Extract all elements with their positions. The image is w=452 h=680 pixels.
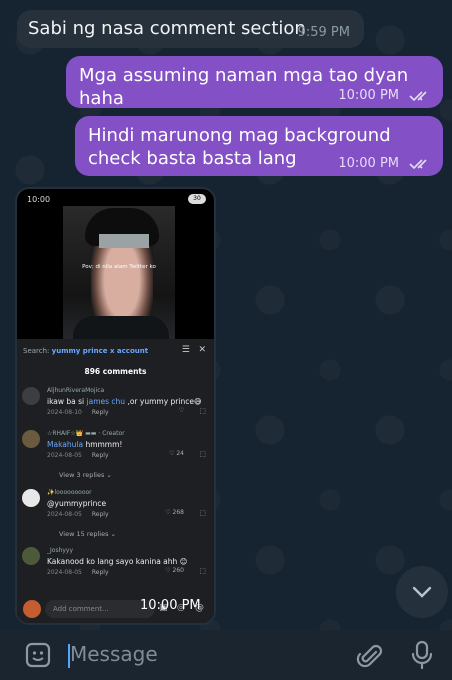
outgoing-message[interactable]: Mga assuming naman mga tao dyan haha 10:… — [66, 56, 443, 109]
comment-user: _Joshyyy — [47, 547, 74, 554]
comment-date: 2024-08-05 — [47, 452, 82, 459]
search-label: Search: — [23, 347, 50, 355]
avatar — [22, 430, 40, 448]
comment: AljhunRiveraMojica ikaw ba si james chu … — [22, 387, 212, 431]
video-frame: Pov; di nila alam Twitter ko — [63, 206, 175, 356]
comment-text: Kakanood ko lang sayo kanina ahh 😊 — [47, 557, 188, 566]
avatar — [22, 547, 40, 565]
comment-search: Search: yummy prince x account — [23, 347, 148, 355]
dislike-icon: ⬚ — [199, 509, 206, 517]
comment: ✨looooooooor @yummyprince 2024-08-05 Repl… — [22, 489, 212, 533]
like-count: 260 — [172, 567, 184, 574]
comment-pre: ikaw ba si — [47, 397, 87, 406]
comment-meta: 2024-08-05 Reply — [47, 569, 109, 576]
video-caption: Pov; di nila alam Twitter ko — [82, 264, 156, 270]
double-check-icon — [409, 91, 427, 102]
comment-post: ,or yummy prince😅 — [125, 397, 202, 406]
double-check-icon — [409, 159, 427, 170]
search-query: yummy prince x account — [51, 347, 149, 355]
heart-icon: ♡ 268 — [165, 509, 184, 516]
comment-date: 2024-08-05 — [47, 511, 82, 518]
comment-user: ✨looooooooor — [47, 489, 92, 496]
chevron-down-icon — [412, 586, 432, 598]
reply-link: Reply — [91, 569, 109, 576]
like-count: 268 — [172, 509, 184, 516]
heart-icon: ♡ 260 — [165, 567, 184, 574]
screenshot-image[interactable]: 10:00 30 Pov; di nila alam Twitter ko Se… — [15, 187, 216, 625]
comment-user: ☆RHAIF☆👑 ▬▬ · Creator — [47, 430, 125, 437]
like-count: 24 — [176, 450, 184, 457]
comment-text: Makahula hmmmm! — [47, 440, 122, 449]
scroll-down-button[interactable] — [396, 566, 448, 618]
reply-link: Reply — [91, 452, 109, 459]
message-time: 10:00 PM — [338, 88, 399, 103]
battery-icon: 30 — [188, 194, 206, 204]
avatar — [23, 600, 41, 618]
comment-mention: james chu — [86, 397, 126, 406]
comment-date: 2024-08-10 — [47, 409, 82, 416]
comment-text: ikaw ba si james chu ,or yummy prince😅 — [47, 397, 202, 406]
message-input[interactable]: Message — [70, 642, 158, 666]
comments-sheet: Search: yummy prince x account ☰ ✕ 896 c… — [17, 339, 214, 623]
comment-text: @yummyprince — [47, 499, 107, 508]
comment-date: 2024-08-05 — [47, 569, 82, 576]
view-replies: View 3 replies ⌄ — [59, 471, 112, 479]
message-time: 10:00 PM — [338, 156, 399, 171]
dislike-icon: ⬚ — [199, 567, 206, 575]
comment-count: 896 comments — [84, 367, 147, 376]
incoming-message[interactable]: Sabi ng nasa comment section 9:59 PM — [17, 10, 364, 48]
message-text: Sabi ng nasa comment section — [28, 18, 306, 39]
outgoing-message[interactable]: Hindi marunong mag background check bast… — [75, 116, 443, 176]
reply-link: Reply — [91, 409, 109, 416]
media-timestamp: 10:00 PM — [140, 598, 201, 613]
message-text: Mga assuming naman mga tao dyan haha — [79, 65, 409, 109]
heart-icon: ♡ — [178, 407, 184, 414]
comment-mention: Makahula — [47, 440, 84, 449]
paperclip-icon[interactable] — [356, 642, 384, 670]
heart-icon: ♡ 24 — [169, 450, 184, 457]
censor-bar — [99, 234, 149, 248]
comment: ☆RHAIF☆👑 ▬▬ · Creator Makahula hmmmm! 20… — [22, 430, 212, 474]
sheet-icons: ☰ ✕ — [181, 345, 206, 355]
message-input-bar: Message — [0, 630, 452, 680]
dislike-icon: ⬚ — [199, 407, 206, 415]
comment-meta: 2024-08-05 Reply — [47, 452, 109, 459]
comment: _Joshyyy Kakanood ko lang sayo kanina ah… — [22, 547, 212, 591]
comment-meta: 2024-08-05 Reply — [47, 511, 109, 518]
dislike-icon: ⬚ — [199, 450, 206, 458]
reply-link: Reply — [91, 511, 109, 518]
message-time: 9:59 PM — [297, 25, 350, 40]
view-replies: View 15 replies ⌄ — [59, 530, 116, 538]
avatar — [22, 387, 40, 405]
status-time: 10:00 — [27, 195, 51, 204]
avatar — [22, 489, 40, 507]
chat-area: Sabi ng nasa comment section 9:59 PM Mga… — [0, 0, 452, 630]
comment-meta: 2024-08-10 Reply — [47, 409, 109, 416]
comment-user: AljhunRiveraMojica — [47, 387, 105, 394]
emoji-sticker-icon[interactable] — [25, 642, 51, 668]
comment-post: hmmmm! — [83, 440, 123, 449]
add-comment-field: Add comment... — [45, 600, 155, 618]
microphone-icon[interactable] — [410, 640, 434, 670]
